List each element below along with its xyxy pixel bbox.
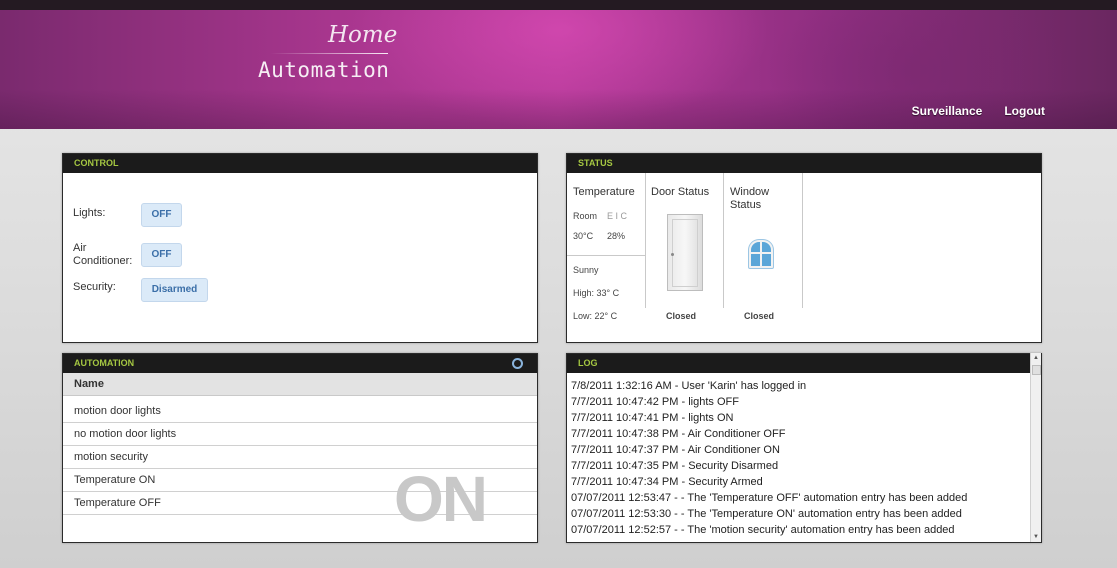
air-conditioner-label-line2: Conditioner: xyxy=(73,255,133,267)
lights-toggle-button[interactable]: OFF xyxy=(141,203,182,227)
air-conditioner-label: Air Conditioner: xyxy=(73,242,132,268)
scroll-up-arrow-icon[interactable]: ▲ xyxy=(1032,354,1040,362)
door-icon xyxy=(667,214,703,291)
temperature-heading: Temperature xyxy=(573,186,635,198)
log-entry: 7/7/2011 10:47:38 PM - Air Conditioner O… xyxy=(571,428,786,440)
door-status-heading: Door Status xyxy=(651,186,710,198)
room-label: Room xyxy=(573,211,598,221)
log-scrollbar[interactable]: ▲ ▼ xyxy=(1030,353,1041,542)
window-status-heading-line2: Status xyxy=(730,199,762,211)
status-panel-title: STATUS xyxy=(567,154,1041,173)
logo-automation-text: Automation xyxy=(258,58,390,82)
automation-panel: AUTOMATION Name motion door lights no mo… xyxy=(62,353,538,543)
control-panel-title: CONTROL xyxy=(63,154,537,173)
log-entry: 7/7/2011 10:47:37 PM - Air Conditioner O… xyxy=(571,444,780,456)
log-panel: LOG 7/8/2011 1:32:16 AM - User 'Karin' h… xyxy=(566,353,1042,543)
window-status-column: Window Status Closed xyxy=(724,173,803,321)
scroll-down-arrow-icon[interactable]: ▼ xyxy=(1032,533,1040,541)
window-status-heading: Window Status xyxy=(730,186,769,212)
log-entry: 07/07/2011 12:52:57 - - The 'motion secu… xyxy=(571,524,955,536)
automation-panel-title: AUTOMATION xyxy=(63,354,537,373)
settings-gear-icon[interactable] xyxy=(512,358,523,369)
air-conditioner-toggle-button[interactable]: OFF xyxy=(141,243,182,267)
log-panel-title: LOG xyxy=(567,354,1041,373)
lights-label: Lights: xyxy=(73,207,106,219)
top-bar xyxy=(0,0,1117,10)
window-status-value: Closed xyxy=(744,311,775,321)
window-icon xyxy=(749,240,773,268)
temperature-column: Temperature Room E I C 30°C 28% Sunny Hi… xyxy=(567,173,646,321)
weather-low: Low: 22° C xyxy=(573,311,618,321)
air-conditioner-label-line1: Air xyxy=(73,242,87,254)
logo-home-text: Home xyxy=(328,22,398,48)
nav-surveillance-link[interactable]: Surveillance xyxy=(912,104,983,118)
automation-column-name[interactable]: Name xyxy=(63,373,537,396)
log-entry: 7/7/2011 10:47:35 PM - Security Disarmed xyxy=(571,460,779,472)
log-entry: 7/7/2011 10:47:34 PM - Security Armed xyxy=(571,476,763,488)
log-entry: 7/7/2011 10:47:41 PM - lights ON xyxy=(571,412,734,424)
main-nav: Surveillance Logout xyxy=(912,104,1045,118)
control-panel: CONTROL Lights: OFF Air Conditioner: OFF… xyxy=(62,153,538,343)
log-entry: 07/07/2011 12:53:30 - - The 'Temperature… xyxy=(571,508,962,520)
room-temperature-value: 30°C xyxy=(573,231,594,241)
log-entry: 7/7/2011 10:47:42 PM - lights OFF xyxy=(571,396,739,408)
log-entry: 07/07/2011 12:53:47 - - The 'Temperature… xyxy=(571,492,968,504)
weather-high: High: 33° C xyxy=(573,288,620,298)
scroll-thumb[interactable] xyxy=(1032,365,1041,375)
door-status-value: Closed xyxy=(666,311,697,321)
automation-row[interactable]: no motion door lights xyxy=(63,423,537,446)
status-panel: STATUS Temperature Room E I C 30°C 28% S… xyxy=(566,153,1042,343)
security-label: Security: xyxy=(73,281,116,293)
nav-logout-link[interactable]: Logout xyxy=(1004,104,1045,118)
automation-on-overlay: ON xyxy=(394,463,488,535)
room-code: E I C xyxy=(607,211,628,221)
security-toggle-button[interactable]: Disarmed xyxy=(141,278,208,302)
door-status-column: Door Status Closed xyxy=(646,173,724,321)
log-entry: 7/8/2011 1:32:16 AM - User 'Karin' has l… xyxy=(571,380,807,392)
window-status-heading-line1: Window xyxy=(730,186,770,198)
weather-condition: Sunny xyxy=(573,265,599,275)
temperature-divider xyxy=(567,255,645,256)
automation-panel-title-text: AUTOMATION xyxy=(74,358,135,368)
room-humidity-value: 28% xyxy=(607,231,626,241)
logo-divider xyxy=(270,53,388,54)
automation-row[interactable]: motion door lights xyxy=(63,400,537,423)
